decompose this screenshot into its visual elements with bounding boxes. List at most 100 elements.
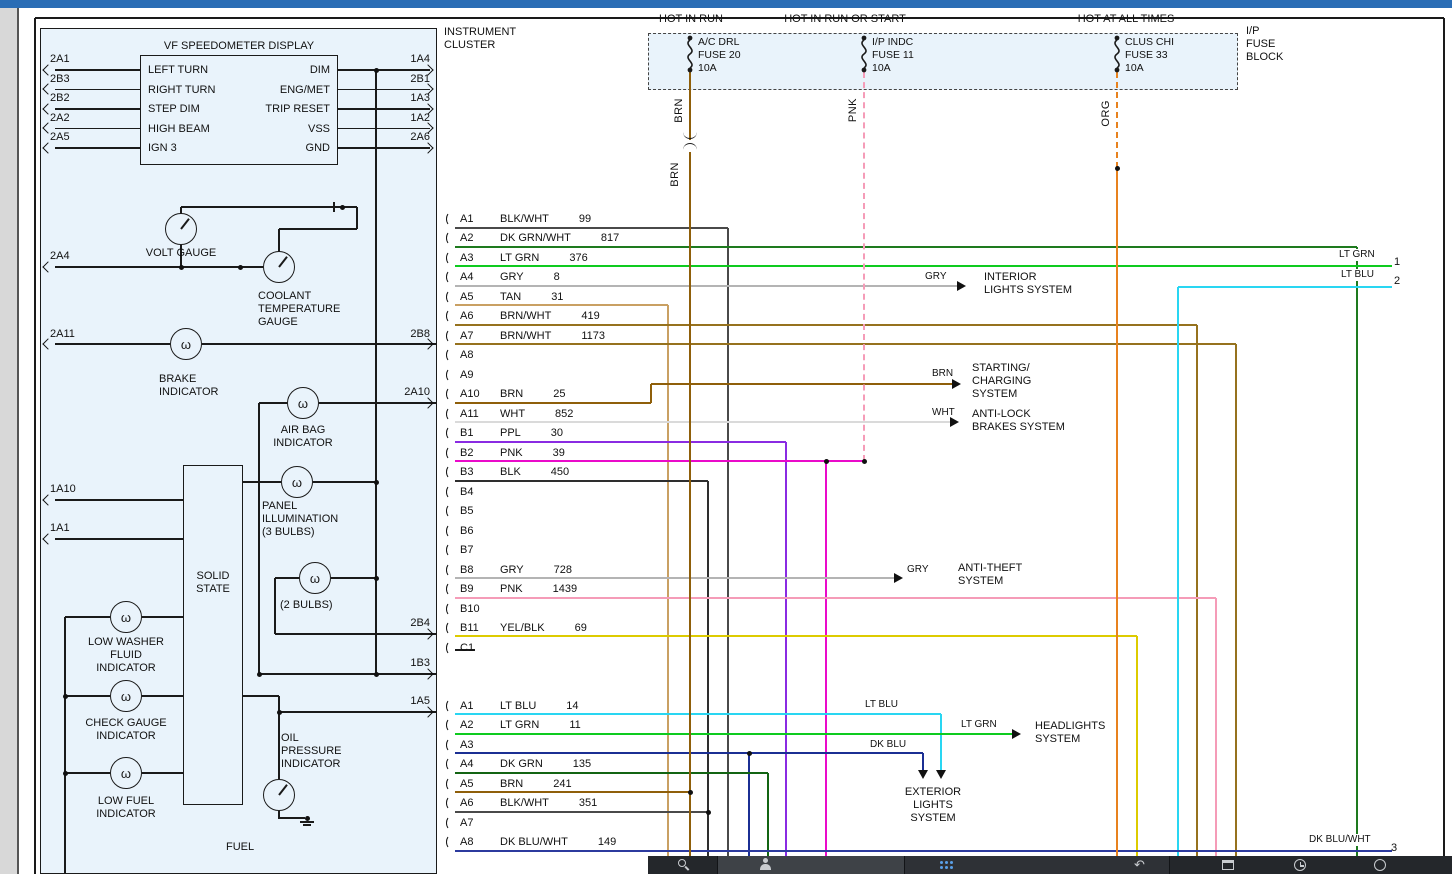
instrument-cluster-label: INSTRUMENT CLUSTER — [444, 26, 516, 52]
wire-segment — [455, 441, 786, 443]
wire-segment — [338, 69, 430, 71]
pin-wire-color: WHT — [500, 408, 525, 420]
pin-wire-color: LT GRN — [500, 719, 539, 731]
speedo-pin-label: VSS — [226, 123, 330, 136]
wire-segment — [142, 772, 183, 774]
search-icon[interactable] — [678, 858, 692, 872]
feed-wire-label: ORG — [1100, 100, 1112, 127]
wire-tag-dkblu-exterior: DK BLU — [869, 739, 907, 751]
window-icon[interactable] — [1222, 858, 1236, 872]
record-icon[interactable] — [1374, 858, 1388, 872]
fuse-rating-label: 10A — [698, 62, 717, 75]
junction-dot — [374, 576, 379, 581]
wire-segment — [55, 343, 170, 345]
low-fuel-label: LOW FUEL INDICATOR — [76, 795, 176, 821]
connector-arc-icon — [446, 641, 456, 655]
apps-icon[interactable] — [940, 858, 954, 872]
system-antitheft: ANTI-THEFT SYSTEM — [958, 562, 1022, 588]
pin-id: A6 — [460, 797, 500, 809]
wire-segment — [181, 206, 357, 208]
flow-arrow-icon — [936, 770, 946, 779]
pin-id: B7 — [460, 544, 500, 556]
connector-arc-icon — [446, 387, 456, 401]
connector-arc-icon — [446, 816, 456, 830]
connector-arc-icon — [446, 757, 456, 771]
flow-arrow-icon — [957, 281, 966, 291]
wire-segment — [338, 128, 430, 130]
connector-pin-row: A1LT BLU14 — [446, 698, 579, 713]
speedo-pin-label: LEFT TURN — [148, 64, 208, 77]
pin-wire-color: BRN — [500, 388, 523, 400]
check-gauge-bulb-symbol: ω — [110, 680, 142, 712]
wire-segment — [455, 227, 728, 229]
left-gutter — [0, 8, 17, 874]
fuse-rating-label: 10A — [872, 62, 891, 75]
wire-segment — [338, 147, 430, 149]
connector-pin-row: A8 — [446, 348, 530, 363]
wire-segment — [455, 480, 708, 482]
clock-icon[interactable] — [1294, 858, 1308, 872]
connector-pin-row: A4GRY8 — [446, 270, 560, 285]
profile-icon[interactable] — [760, 858, 772, 872]
junction-dot — [340, 205, 345, 210]
pin-wire-color: BLK — [500, 466, 521, 478]
wire-tag-ltgrn-headlights: LT GRN — [960, 719, 998, 731]
wire-segment — [455, 597, 1216, 599]
terminal-label: 2A2 — [50, 112, 70, 125]
connector-pin-row: B3BLK450 — [446, 465, 569, 480]
solid-state-label: SOLID STATE — [183, 570, 243, 596]
system-antilock-brakes: ANTI-LOCK BRAKES SYSTEM — [972, 408, 1065, 434]
undo-icon[interactable]: ↶ — [1134, 858, 1148, 872]
junction-dot — [238, 265, 243, 270]
terminal-label: 2A5 — [50, 131, 70, 144]
wire-segment — [1196, 325, 1198, 856]
connector-arc-icon — [446, 796, 456, 810]
connector-arc-icon — [446, 251, 456, 265]
volt-gauge-label: VOLT GAUGE — [141, 247, 221, 260]
flow-arrow-icon — [950, 417, 959, 427]
wire-tag-gry-interior: GRY — [924, 271, 948, 283]
connector-arc-icon — [446, 602, 456, 616]
wire-segment — [1443, 18, 1445, 856]
pin-wire-color: PNK — [500, 447, 523, 459]
junction-dot — [824, 459, 829, 464]
wire-segment — [1178, 286, 1392, 288]
connector-arc-icon — [446, 485, 456, 499]
terminal-label: 1A2 — [394, 112, 430, 125]
pin-circuit-number: 14 — [566, 700, 578, 712]
pin-id: B6 — [460, 525, 500, 537]
wire-segment — [455, 811, 708, 813]
junction-dot — [747, 751, 752, 756]
wire-segment — [1235, 344, 1237, 856]
flow-arrow-icon — [1012, 729, 1021, 739]
wire-segment — [338, 89, 430, 91]
wire-segment — [55, 266, 263, 268]
terminal-label: 2B1 — [394, 73, 430, 86]
connector-pin-row: A5TAN31 — [446, 289, 563, 304]
connector-arc-icon — [446, 212, 456, 226]
wire-segment — [455, 304, 668, 306]
junction-dot — [63, 694, 68, 699]
fuse-circuit-label: I/P INDC — [872, 36, 913, 49]
connector-arc-icon — [446, 290, 456, 304]
connector-pin-row: B10 — [446, 601, 530, 616]
connector-pin-row: A1BLK/WHT99 — [446, 211, 591, 226]
connector-arc-icon — [446, 543, 456, 557]
wire-segment — [300, 821, 314, 823]
connector-pin-row: A6BLK/WHT351 — [446, 796, 597, 811]
connector-arc-icon — [446, 426, 456, 440]
wire-segment — [455, 285, 957, 287]
pin-id: B3 — [460, 466, 500, 478]
wire-segment — [259, 673, 437, 675]
connector-arc-icon — [446, 563, 456, 577]
wire-segment — [455, 265, 1392, 267]
offpage-2-wire: LT BLU — [1340, 269, 1375, 281]
terminal-label: 2B8 — [392, 328, 430, 341]
connector-pin-row: A5BRN241 — [446, 776, 572, 791]
fuel-label: FUEL — [226, 841, 254, 854]
wire-segment — [455, 850, 1392, 852]
connector-arc-icon — [446, 231, 456, 245]
connector-arc-icon — [446, 738, 456, 752]
power-label-hot-in-run: HOT IN RUN — [644, 13, 738, 26]
connector-pin-row: B4 — [446, 484, 530, 499]
